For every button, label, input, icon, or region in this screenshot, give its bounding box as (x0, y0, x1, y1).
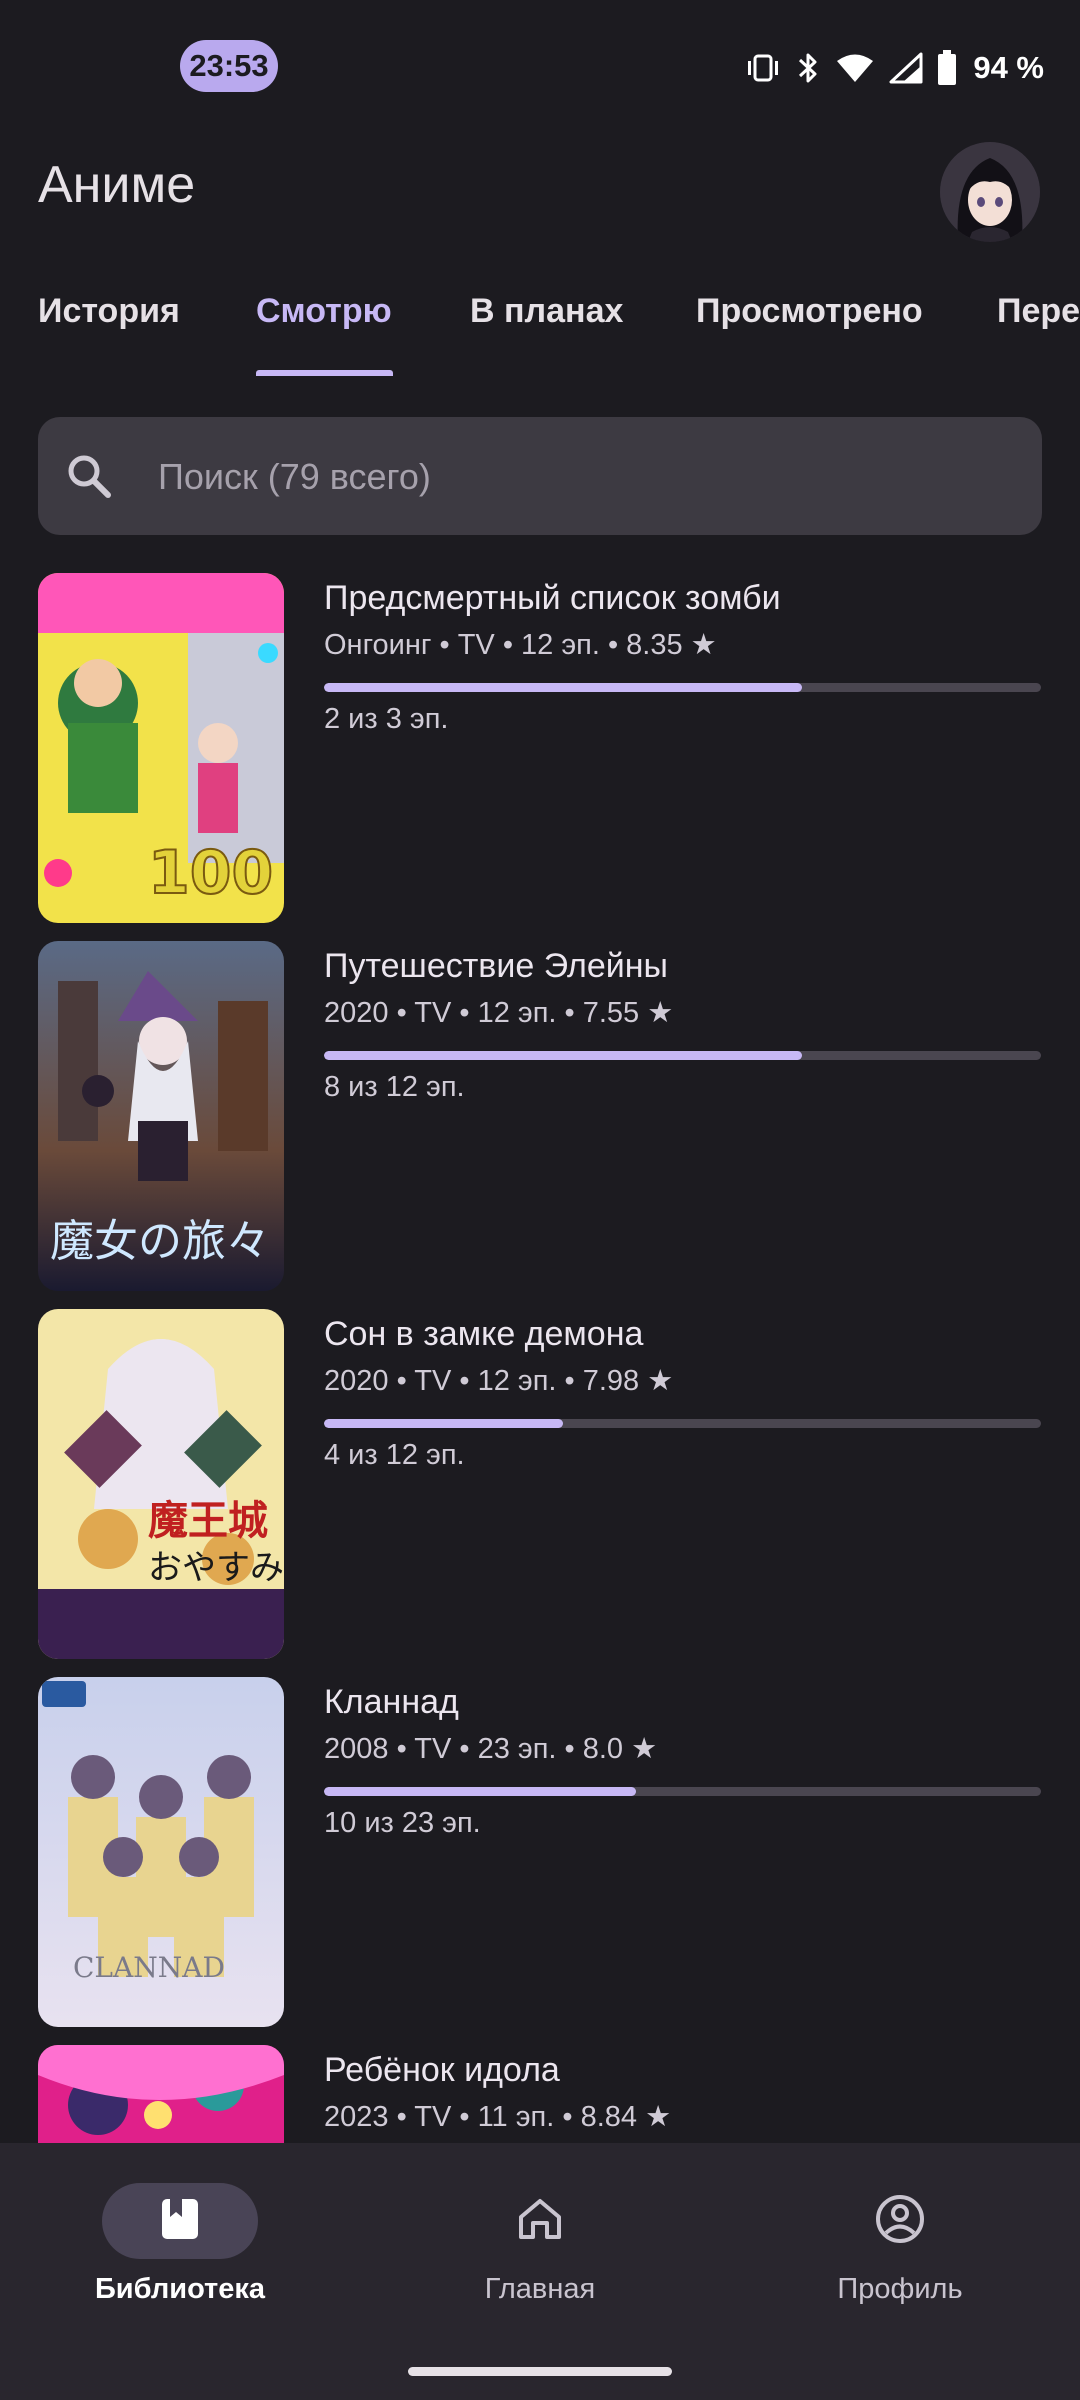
progress-bar (324, 683, 1041, 692)
item-title: Путешествие Элейны (324, 947, 668, 985)
item-meta: 2008 • TV • 23 эп. • 8.0 ★ (324, 1733, 658, 1765)
tab-watching[interactable]: Смотрю (256, 292, 392, 331)
battery-icon (937, 50, 957, 86)
anime-list: 100 Предсмертный список зомби Онгоинг • … (0, 573, 1080, 2143)
item-title: Предсмертный список зомби (324, 579, 781, 617)
cover-image (38, 2045, 284, 2143)
page-title: Аниме (38, 156, 196, 214)
progress-bar (324, 1419, 1041, 1428)
avatar[interactable] (940, 142, 1040, 242)
item-meta: 2023 • TV • 11 эп. • 8.84 ★ (324, 2101, 672, 2133)
progress-fill (324, 1787, 636, 1796)
home-indicator[interactable] (408, 2367, 672, 2376)
search-input[interactable] (156, 439, 1010, 515)
svg-text:CLANNAD: CLANNAD (73, 1951, 225, 1984)
item-progress-text: 8 из 12 эп. (324, 1071, 465, 1103)
nav-pill (462, 2183, 618, 2259)
list-item[interactable]: 魔女の旅々 Путешествие Элейны 2020 • TV • 12 … (0, 941, 1080, 1291)
item-meta: 2020 • TV • 12 эп. • 7.98 ★ (324, 1365, 674, 1397)
item-progress-text: 10 из 23 эп. (324, 1807, 481, 1839)
tab-indicator (256, 370, 393, 376)
progress-fill (324, 1419, 563, 1428)
list-item[interactable]: CLANNAD Кланнад 2008 • TV • 23 эп. • 8.0… (0, 1677, 1080, 2027)
nav-library[interactable]: Библиотека (40, 2183, 320, 2306)
progress-bar (324, 1787, 1041, 1796)
nav-label: Профиль (837, 2273, 963, 2305)
search-bar[interactable] (38, 417, 1042, 535)
status-time: 23:53 (180, 40, 278, 92)
item-title: Ребёнок идола (324, 2051, 560, 2089)
cover-image: 魔王城 おやすみ (38, 1309, 284, 1659)
tab-bar: История Смотрю В планах Просмотрено Пере (0, 280, 1080, 380)
svg-text:魔女の旅々: 魔女の旅々 (50, 1216, 270, 1267)
home-icon (517, 2197, 563, 2246)
nav-home[interactable]: Главная (400, 2183, 680, 2306)
item-progress-text: 2 из 3 эп. (324, 703, 449, 735)
item-progress-text: 4 из 12 эп. (324, 1439, 465, 1471)
status-icons: 94 % (745, 44, 1044, 92)
item-meta: 2020 • TV • 12 эп. • 7.55 ★ (324, 997, 674, 1029)
bottom-navigation: Библиотека Главная Профиль (0, 2143, 1080, 2400)
tab-completed[interactable]: Просмотрено (696, 292, 923, 331)
cover-image: 魔女の旅々 (38, 941, 284, 1291)
svg-text:100: 100 (148, 838, 273, 908)
cover-image: CLANNAD (38, 1677, 284, 2027)
progress-fill (324, 683, 803, 692)
nav-profile[interactable]: Профиль (760, 2183, 1040, 2306)
item-title: Сон в замке демона (324, 1315, 644, 1353)
bluetooth-icon (795, 51, 821, 85)
vibrate-icon (745, 53, 781, 83)
list-item[interactable]: 100 Предсмертный список зомби Онгоинг • … (0, 573, 1080, 923)
progress-fill (324, 1051, 803, 1060)
cover-image: 100 (38, 573, 284, 923)
item-meta: Онгоинг • TV • 12 эп. • 8.35 ★ (324, 629, 717, 661)
profile-icon (875, 2194, 925, 2249)
wifi-icon (835, 52, 875, 84)
svg-text:魔王城: 魔王城 (148, 1497, 268, 1544)
status-bar: 23:53 94 % (0, 0, 1080, 120)
tab-planned[interactable]: В планах (470, 292, 623, 331)
nav-label: Библиотека (94, 2273, 266, 2305)
progress-bar (324, 1051, 1041, 1060)
list-item[interactable]: Ребёнок идола 2023 • TV • 11 эп. • 8.84 … (0, 2045, 1080, 2143)
nav-pill (822, 2183, 978, 2259)
svg-text:おやすみ: おやすみ (148, 1548, 284, 1588)
search-icon (64, 451, 114, 506)
battery-percent: 94 % (973, 50, 1044, 85)
tab-history[interactable]: История (38, 292, 180, 331)
item-title: Кланнад (324, 1683, 459, 1721)
tab-more[interactable]: Пере (997, 292, 1080, 331)
nav-pill (102, 2183, 258, 2259)
nav-label: Главная (484, 2273, 596, 2305)
library-icon (160, 2197, 200, 2246)
list-item[interactable]: 魔王城 おやすみ Сон в замке демона 2020 • TV • … (0, 1309, 1080, 1659)
signal-icon (889, 52, 923, 84)
